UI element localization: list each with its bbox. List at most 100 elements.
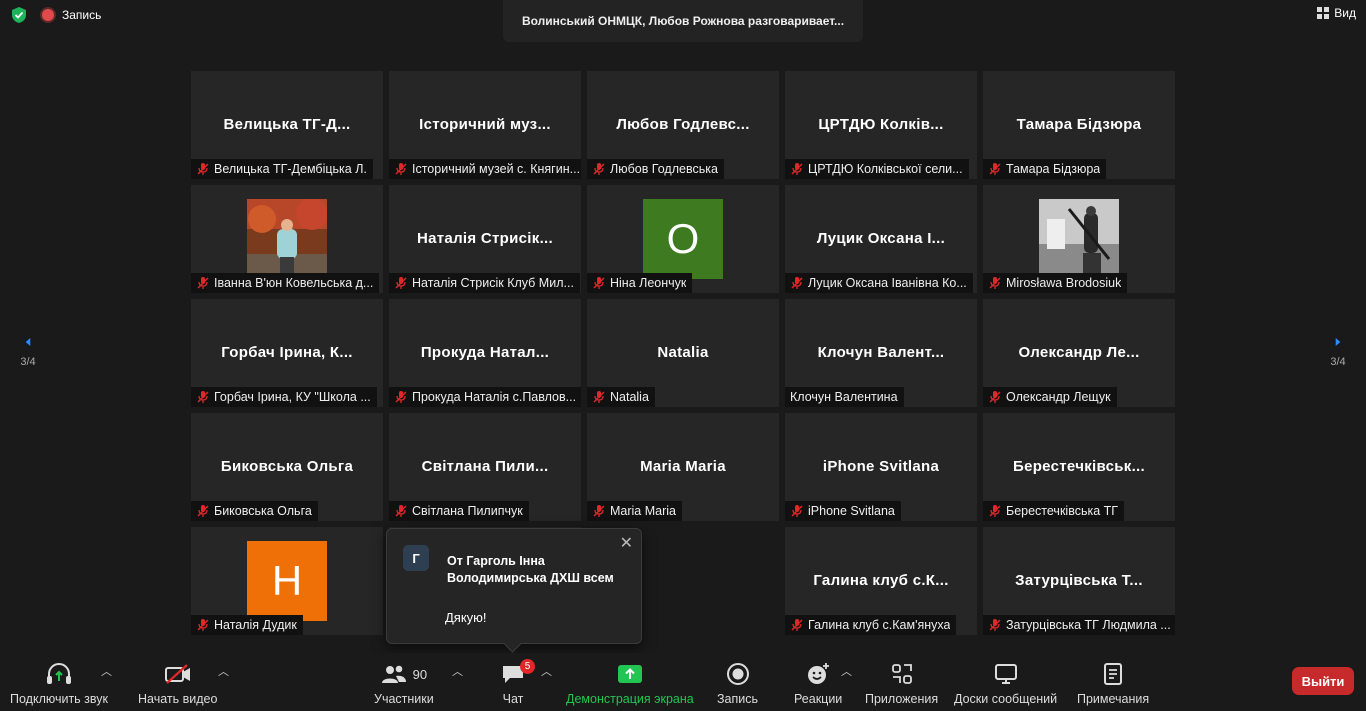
participant-tile[interactable]: Історичний муз... Історичний музей с. Кня… bbox=[389, 71, 581, 179]
start-video-button[interactable]: Начать видео bbox=[138, 661, 217, 706]
participant-full-name: Maria Maria bbox=[610, 504, 676, 518]
participant-tile[interactable]: ЦРТДЮ Колків... ЦРТДЮ Колківської сели... bbox=[785, 71, 977, 179]
participant-tile[interactable]: Світлана Пили... Світлана Пилипчук bbox=[389, 413, 581, 521]
participant-name-label: Велицька ТГ-Дембіцька Л. bbox=[191, 159, 373, 179]
participant-tile[interactable]: Затурцівська Т... Затурцівська ТГ Людмила… bbox=[983, 527, 1175, 635]
participant-full-name: Mirosława Brodosiuk bbox=[1006, 276, 1122, 290]
participant-grid: Велицька ТГ-Д... Велицька ТГ-Дембіцька Л.… bbox=[191, 71, 1175, 635]
participant-tile[interactable]: Natalia Natalia bbox=[587, 299, 779, 407]
arrow-right-icon bbox=[1335, 338, 1341, 346]
participant-tile[interactable]: Любов Годлевс... Любов Годлевська bbox=[587, 71, 779, 179]
mic-muted-icon bbox=[790, 276, 804, 290]
share-screen-button[interactable]: Демонстрация экрана bbox=[566, 661, 694, 706]
mic-muted-icon bbox=[592, 276, 606, 290]
participant-tile[interactable]: Велицька ТГ-Д... Велицька ТГ-Дембіцька Л. bbox=[191, 71, 383, 179]
participant-display-name: Natalia bbox=[657, 344, 709, 361]
mic-muted-icon bbox=[592, 162, 606, 176]
participant-tile[interactable]: Олександр Ле... Олександр Лещук bbox=[983, 299, 1175, 407]
participant-full-name: Наталія Дудик bbox=[214, 618, 297, 632]
mic-muted-icon bbox=[196, 162, 210, 176]
mic-muted-icon bbox=[988, 504, 1002, 518]
participant-display-name: Затурцівська Т... bbox=[1015, 572, 1143, 589]
chat-notification-popup[interactable]: Г От Гарголь Інна Володимирська ДХШ всем… bbox=[386, 528, 642, 653]
participant-tile[interactable]: Луцик Оксана І... Луцик Оксана Іванівна К… bbox=[785, 185, 977, 293]
arrow-left-icon bbox=[25, 338, 31, 346]
participant-tile[interactable]: Наталія Стрисік... Наталія Стрисік Клуб М… bbox=[389, 185, 581, 293]
mic-muted-icon bbox=[790, 162, 804, 176]
participant-display-name: Клочун Валент... bbox=[817, 344, 945, 361]
participant-full-name: Затурцівська ТГ Людмила ... bbox=[1006, 618, 1171, 632]
sender-avatar: Г bbox=[403, 545, 429, 571]
participant-tile[interactable]: Іванна В'юн Ковельська д... bbox=[191, 185, 383, 293]
participant-name-label: Ніна Леончук bbox=[587, 273, 693, 293]
participant-full-name: Велицька ТГ-Дембіцька Л. bbox=[214, 162, 367, 176]
close-icon[interactable]: ✕ bbox=[620, 533, 633, 553]
participants-button[interactable]: 90 Участники bbox=[374, 661, 434, 706]
participant-full-name: iPhone Svitlana bbox=[808, 504, 895, 518]
participant-tile[interactable]: Биковська Ольга Биковська Ольга bbox=[191, 413, 383, 521]
participant-name-label: Олександр Лещук bbox=[983, 387, 1117, 407]
reactions-button[interactable]: Реакции bbox=[794, 661, 842, 706]
participant-tile[interactable]: Mirosława Brodosiuk bbox=[983, 185, 1175, 293]
prev-page-button[interactable]: 3/4 bbox=[16, 338, 40, 368]
chat-options-chevron-icon[interactable]: ︿ bbox=[541, 663, 552, 679]
join-audio-label: Подключить звук bbox=[10, 692, 108, 706]
participants-options-chevron-icon[interactable]: ︿ bbox=[452, 663, 463, 679]
participant-full-name: Світлана Пилипчук bbox=[412, 504, 523, 518]
participant-name-label: Горбач Ірина, КУ "Школа ... bbox=[191, 387, 377, 407]
participant-tile[interactable]: Maria Maria Maria Maria bbox=[587, 413, 779, 521]
participant-name-label: Луцик Оксана Іванівна Ко... bbox=[785, 273, 973, 293]
recording-label: Запись bbox=[62, 8, 102, 22]
participant-name-label: Natalia bbox=[587, 387, 655, 407]
participant-tile[interactable]: Клочун Валент... Клочун Валентина bbox=[785, 299, 977, 407]
mic-muted-icon bbox=[988, 162, 1002, 176]
participant-display-name: Биковська Ольга bbox=[220, 458, 354, 475]
participant-tile[interactable]: Берестечківськ... Берестечківська ТГ bbox=[983, 413, 1175, 521]
mic-muted-icon bbox=[196, 276, 210, 290]
participant-tile[interactable]: Горбач Ірина, К... Горбач Ірина, КУ "Школ… bbox=[191, 299, 383, 407]
participant-display-name: Горбач Ірина, К... bbox=[221, 344, 353, 361]
chat-message-text: Дякую! bbox=[445, 610, 487, 625]
mic-muted-icon bbox=[394, 162, 408, 176]
reactions-options-chevron-icon[interactable]: ︿ bbox=[841, 663, 852, 679]
exit-meeting-button[interactable]: Выйти bbox=[1292, 667, 1354, 695]
video-options-chevron-icon[interactable]: ︿ bbox=[218, 663, 229, 679]
participant-display-name: Берестечківськ... bbox=[1013, 458, 1145, 475]
participant-name-label: Світлана Пилипчук bbox=[389, 501, 529, 521]
participant-name-label: Галина клуб с.Кам'януха bbox=[785, 615, 957, 635]
participant-tile[interactable]: Прокуда Натал... Прокуда Наталія с.Павлов… bbox=[389, 299, 581, 407]
view-button[interactable]: Вид bbox=[1317, 6, 1356, 20]
chat-button[interactable]: 5 Чат bbox=[501, 659, 535, 706]
participant-tile[interactable]: О Ніна Леончук bbox=[587, 185, 779, 293]
record-button[interactable]: Запись bbox=[717, 661, 758, 706]
participant-full-name: ЦРТДЮ Колківської сели... bbox=[808, 162, 963, 176]
chat-sender-line: От Гарголь Інна Володимирська ДХШ всем bbox=[447, 554, 614, 585]
mic-muted-icon bbox=[394, 504, 408, 518]
participant-name-label: Наталія Стрисік Клуб Мил... bbox=[389, 273, 580, 293]
join-audio-button[interactable]: Подключить звук bbox=[10, 661, 108, 706]
participant-full-name: Биковська Ольга bbox=[214, 504, 312, 518]
mic-muted-icon bbox=[988, 276, 1002, 290]
participant-full-name: Берестечківська ТГ bbox=[1006, 504, 1119, 518]
participant-tile[interactable]: Н Наталія Дудик bbox=[191, 527, 383, 635]
next-page-button[interactable]: 3/4 bbox=[1326, 338, 1350, 368]
participant-full-name: Наталія Стрисік Клуб Мил... bbox=[412, 276, 574, 290]
audio-options-chevron-icon[interactable]: ︿ bbox=[101, 663, 112, 679]
video-off-icon bbox=[164, 664, 190, 684]
notes-button[interactable]: Примечания bbox=[1077, 661, 1149, 706]
mic-muted-icon bbox=[790, 504, 804, 518]
whiteboards-button[interactable]: Доски сообщений bbox=[954, 661, 1057, 706]
recording-indicator[interactable]: Запись bbox=[42, 8, 101, 22]
participant-tile[interactable]: iPhone Svitlana iPhone Svitlana bbox=[785, 413, 977, 521]
participant-full-name: Тамара Бідзюра bbox=[1006, 162, 1101, 176]
participant-name-label: Іванна В'юн Ковельська д... bbox=[191, 273, 380, 293]
participant-full-name: Луцик Оксана Іванівна Ко... bbox=[808, 276, 967, 290]
popup-tail bbox=[503, 634, 522, 653]
participant-tile[interactable]: Тамара Бідзюра Тамара Бідзюра bbox=[983, 71, 1175, 179]
participant-avatar-initial: Н bbox=[247, 541, 327, 621]
participant-name-label: Биковська Ольга bbox=[191, 501, 318, 521]
participant-display-name: Галина клуб с.К... bbox=[813, 572, 949, 589]
participant-tile[interactable]: Галина клуб с.К... Галина клуб с.Кам'янух… bbox=[785, 527, 977, 635]
security-shield-icon[interactable] bbox=[10, 6, 28, 24]
apps-button[interactable]: Приложения bbox=[865, 661, 938, 706]
